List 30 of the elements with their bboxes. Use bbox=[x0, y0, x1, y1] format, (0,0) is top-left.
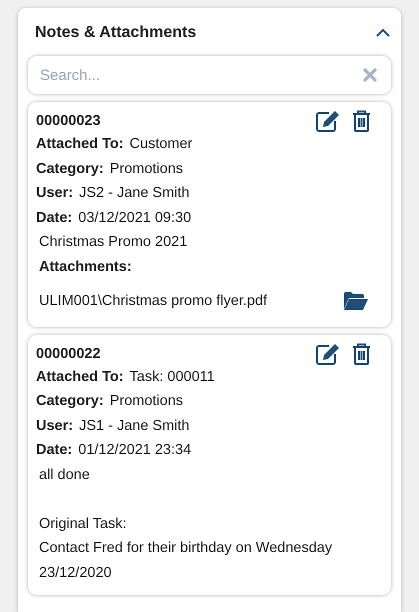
note-number: 00000023 bbox=[36, 113, 101, 129]
folder-icon[interactable] bbox=[343, 290, 369, 310]
edit-icon[interactable] bbox=[316, 342, 340, 364]
collapse-chevron-icon[interactable] bbox=[375, 28, 391, 38]
field-value: Customer bbox=[130, 136, 192, 152]
field-value: Promotions bbox=[110, 393, 184, 410]
field-label: Date: bbox=[36, 442, 72, 458]
note-text: Christmas Promo 2021 bbox=[39, 233, 188, 252]
field-value: 03/12/2021 09:30 bbox=[78, 210, 192, 226]
field-value: JS1 - Jane Smith bbox=[79, 418, 190, 434]
field-value: 01/12/2021 23:34 bbox=[78, 442, 192, 458]
attachment-name: ULIM001\Christmas promo flyer.pdf bbox=[39, 292, 268, 308]
search-field[interactable]: Search... bbox=[28, 56, 391, 94]
trash-icon[interactable] bbox=[352, 342, 371, 364]
field-value: JS2 - Jane Smith bbox=[79, 185, 190, 202]
field-label: Attached To: bbox=[36, 136, 124, 152]
field-label: Category: bbox=[36, 393, 104, 410]
edit-icon[interactable] bbox=[316, 110, 340, 132]
field-label: User: bbox=[36, 185, 74, 202]
field-value: Promotions bbox=[110, 160, 184, 177]
attachments-label: Attachments: bbox=[39, 258, 133, 276]
field-label: Date: bbox=[36, 210, 72, 226]
field-value: Task: 000011 bbox=[130, 368, 215, 385]
trash-icon[interactable] bbox=[352, 110, 371, 132]
note-number: 00000022 bbox=[36, 346, 101, 362]
field-label: Attached To: bbox=[36, 368, 124, 385]
note-text: all done Original Task: Contact Fred for their birthday on Wednesday 23/12/2020 bbox=[39, 466, 334, 582]
panel-title: Notes & Attachments bbox=[35, 24, 196, 42]
field-label: Category: bbox=[36, 160, 104, 177]
field-label: User: bbox=[36, 418, 74, 434]
